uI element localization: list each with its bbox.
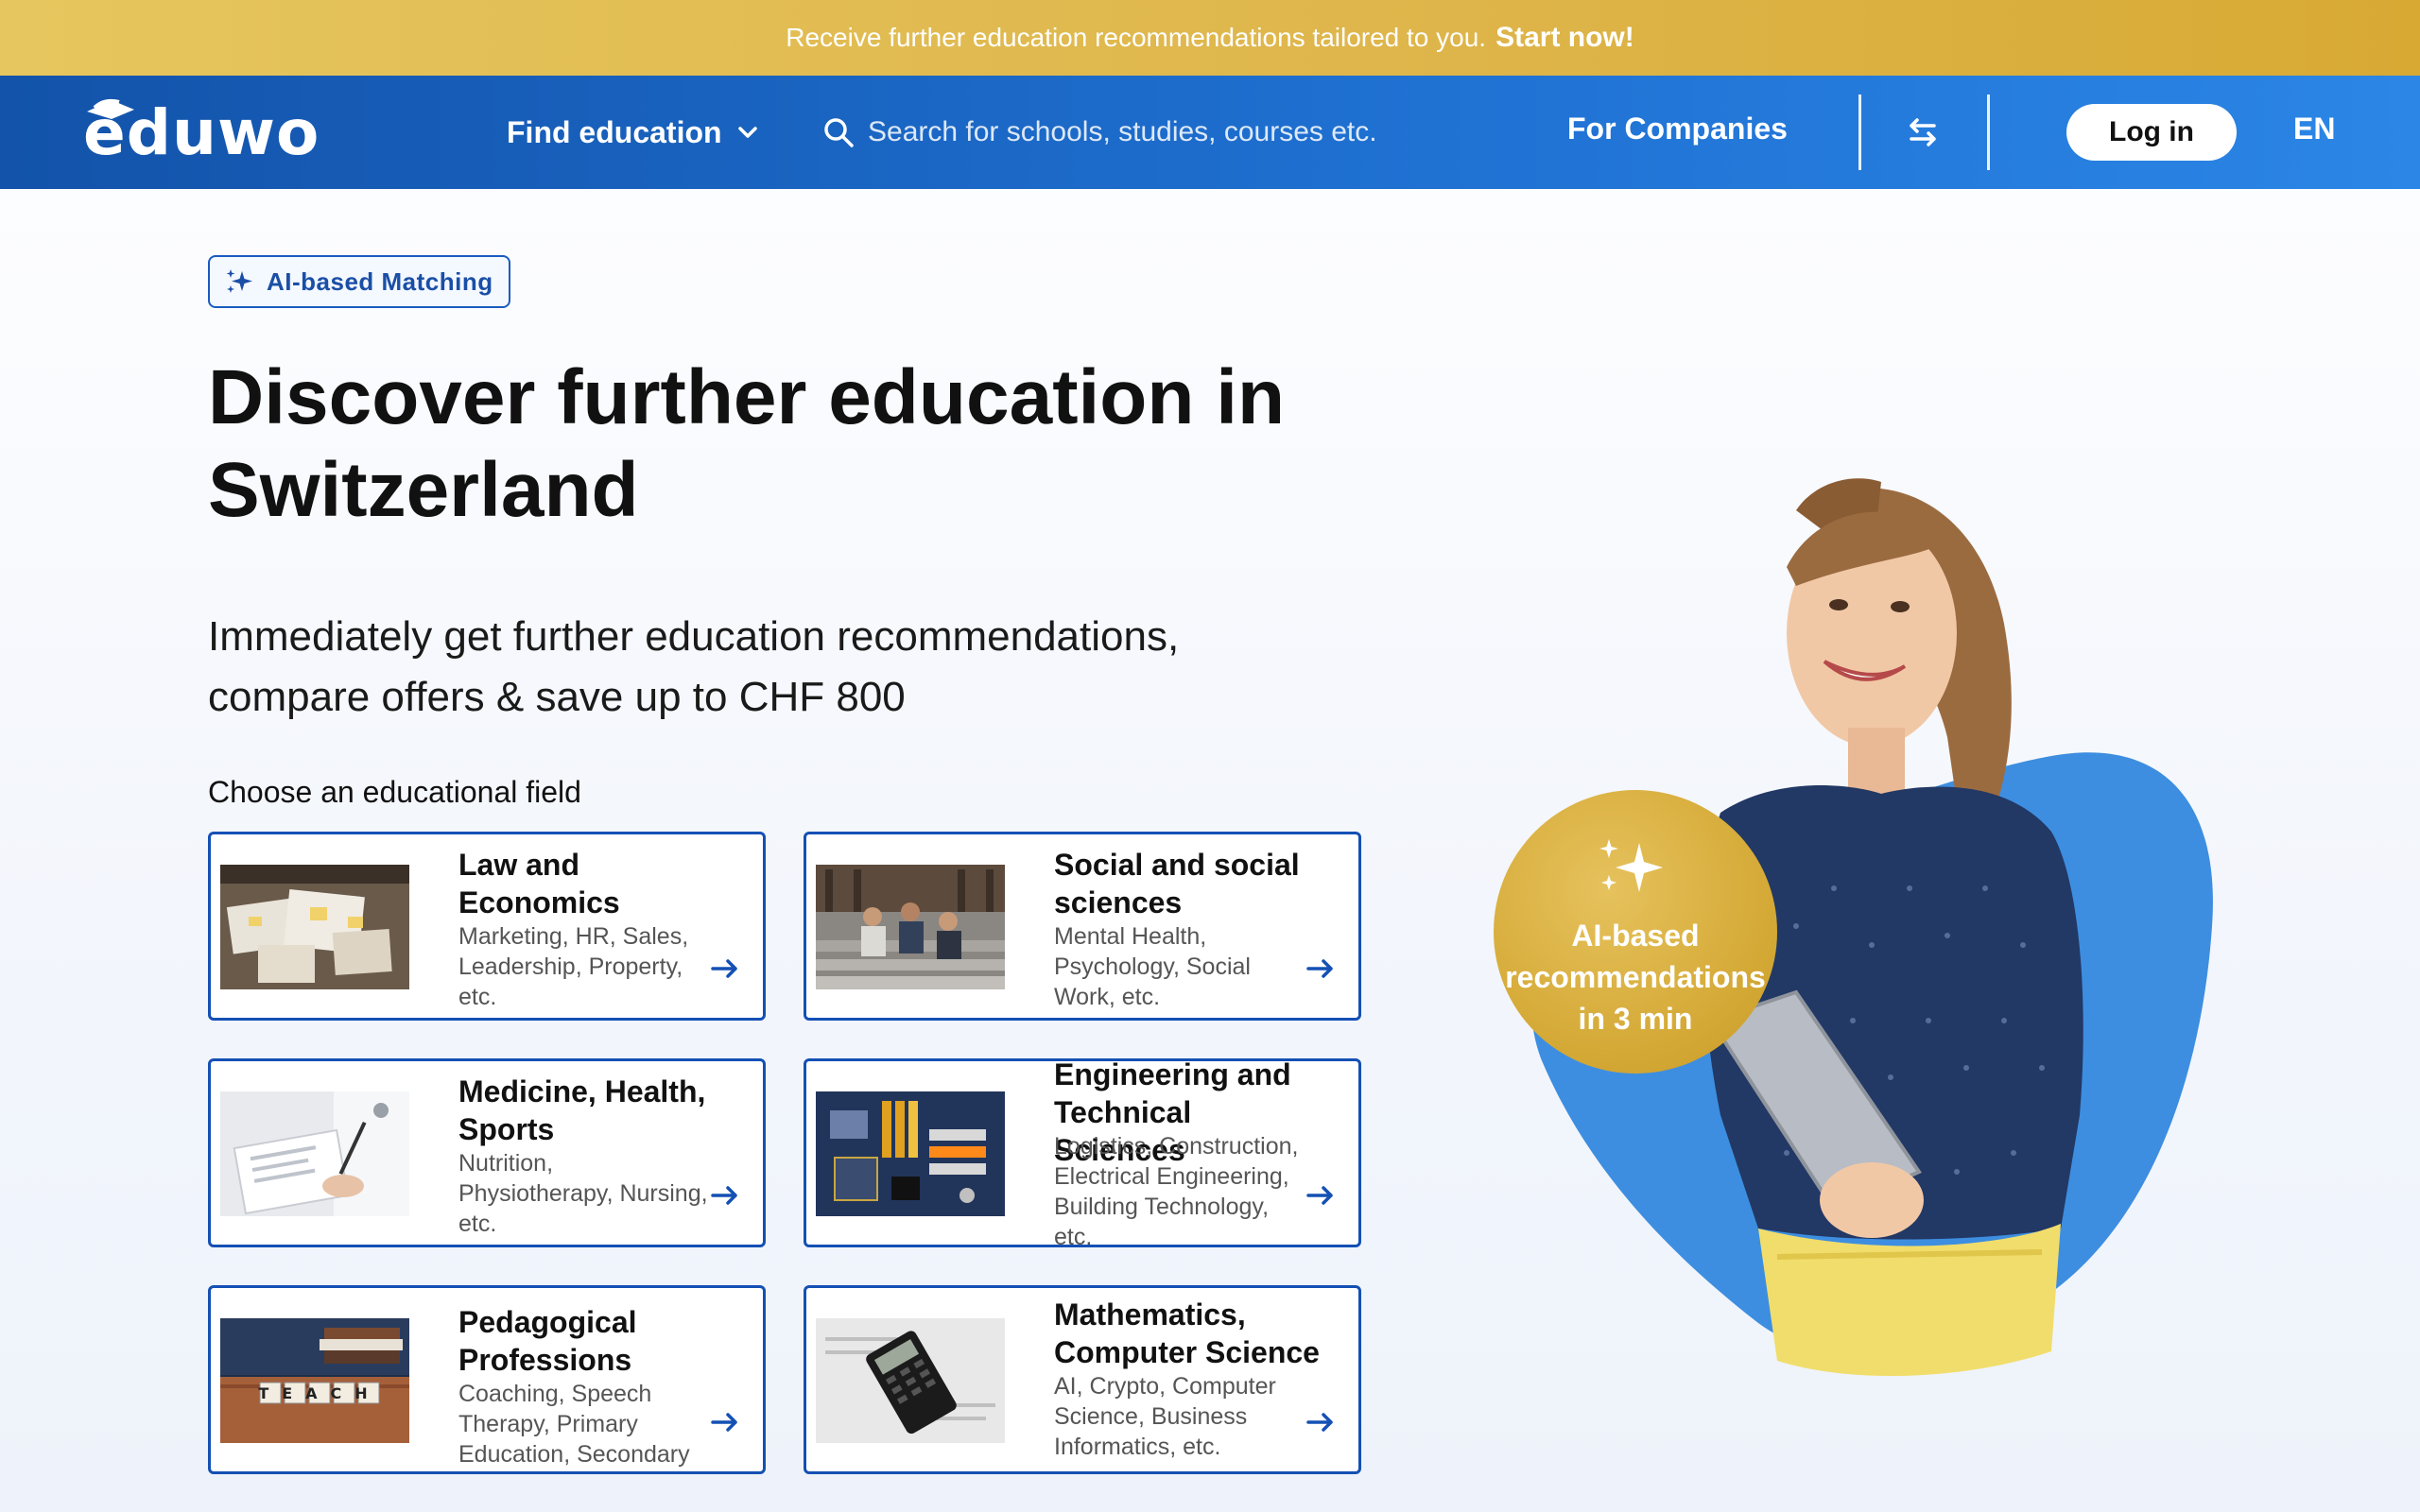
navbar: eduwo Find education For Companies Log i… <box>0 76 2420 189</box>
field-card-social-sciences[interactable]: Social and social sciences Mental Health… <box>804 832 1361 1021</box>
switch-arrows-icon[interactable] <box>1904 113 1942 151</box>
arrow-right-icon <box>711 959 737 978</box>
find-education-dropdown[interactable]: Find education <box>507 112 758 153</box>
search-icon <box>824 118 854 147</box>
card-title: Social and social sciences <box>1054 848 1300 919</box>
language-selector[interactable]: EN <box>2293 112 2335 146</box>
search-input[interactable] <box>868 116 1473 148</box>
card-description: AI, Crypto, Computer Science, Business I… <box>1054 1373 1276 1460</box>
sparkles-icon <box>1599 839 1663 892</box>
field-card-medicine[interactable]: Medicine, Health, Sports Nutrition, Phys… <box>208 1058 766 1247</box>
circuit-board-photo <box>816 1091 1005 1216</box>
field-card-engineering[interactable]: Engineering and Technical Sciences Logis… <box>804 1058 1361 1247</box>
card-title: Mathematics, Computer Science <box>1054 1297 1320 1369</box>
field-card-mathematics[interactable]: Mathematics, Computer Science AI, Crypto… <box>804 1285 1361 1474</box>
ai-badge-label: AI-based Matching <box>267 266 493 296</box>
hero-subtitle: Immediately get further education recomm… <box>208 613 1180 720</box>
login-button[interactable]: Log in <box>2066 104 2237 161</box>
search-bar[interactable] <box>822 104 1503 161</box>
card-description: Coaching, Speech Therapy, Primary Educat… <box>458 1381 690 1468</box>
for-companies-link[interactable]: For Companies <box>1567 112 1788 146</box>
arrow-right-icon <box>1306 1413 1333 1432</box>
card-description: Marketing, HR, Sales, Leadership, Proper… <box>458 923 689 1010</box>
field-card-law[interactable]: Law and Economics Marketing, HR, Sales, … <box>208 832 766 1021</box>
card-title: Medicine, Health, Sports <box>458 1074 706 1146</box>
find-education-label: Find education <box>507 114 722 149</box>
chevron-down-icon <box>737 127 757 138</box>
teach-blocks-photo: TEACH <box>220 1318 409 1443</box>
card-description: Nutrition, Physiotherapy, Nursing, etc. <box>458 1150 708 1237</box>
field-label: Choose an educational field <box>208 775 581 809</box>
calculator-photo <box>816 1318 1005 1443</box>
person-pants <box>1758 1224 2061 1377</box>
sparkles-icon <box>226 269 252 293</box>
nav-divider <box>1987 94 1990 170</box>
ai-recommendations-text: AI-based recommendations in 3 min <box>1505 919 1766 1036</box>
nav-divider <box>1858 94 1861 170</box>
doctor-clipboard-photo <box>220 1091 409 1216</box>
arrow-right-icon <box>1306 959 1333 978</box>
documents-photo <box>220 865 409 989</box>
field-card-pedagogical[interactable]: TEACH Pedagogical Professions Coaching, … <box>208 1285 766 1474</box>
card-description: Mental Health, Psychology, Social Work, … <box>1054 923 1251 1010</box>
graduation-cap-icon <box>87 98 134 119</box>
teach-block-text: TEACH <box>258 1384 380 1402</box>
card-description: Logistics, Construction, Electrical Engi… <box>1054 1133 1299 1247</box>
promo-banner[interactable]: Receive further education recommendation… <box>0 0 2420 76</box>
teach-letter-blocks: TEACH <box>258 1382 380 1404</box>
ai-recommendations-badge[interactable]: AI-based recommendations in 3 min <box>1494 790 1777 1074</box>
arrow-right-icon <box>711 1413 737 1432</box>
card-title: Pedagogical Professions <box>458 1305 637 1377</box>
card-title: Law and Economics <box>458 848 620 919</box>
promo-text: Receive further education recommendation… <box>786 23 1487 52</box>
start-now-link[interactable]: Start now! <box>1495 22 1634 54</box>
arrow-right-icon <box>1306 1186 1333 1205</box>
hero-title: Discover further education in Switzerlan… <box>208 354 1286 533</box>
eduwo-logo[interactable]: eduwo <box>83 96 320 169</box>
arrow-right-icon <box>711 1186 737 1205</box>
ai-matching-badge: AI-based Matching <box>208 255 510 308</box>
students-on-stairs-photo <box>816 865 1005 989</box>
